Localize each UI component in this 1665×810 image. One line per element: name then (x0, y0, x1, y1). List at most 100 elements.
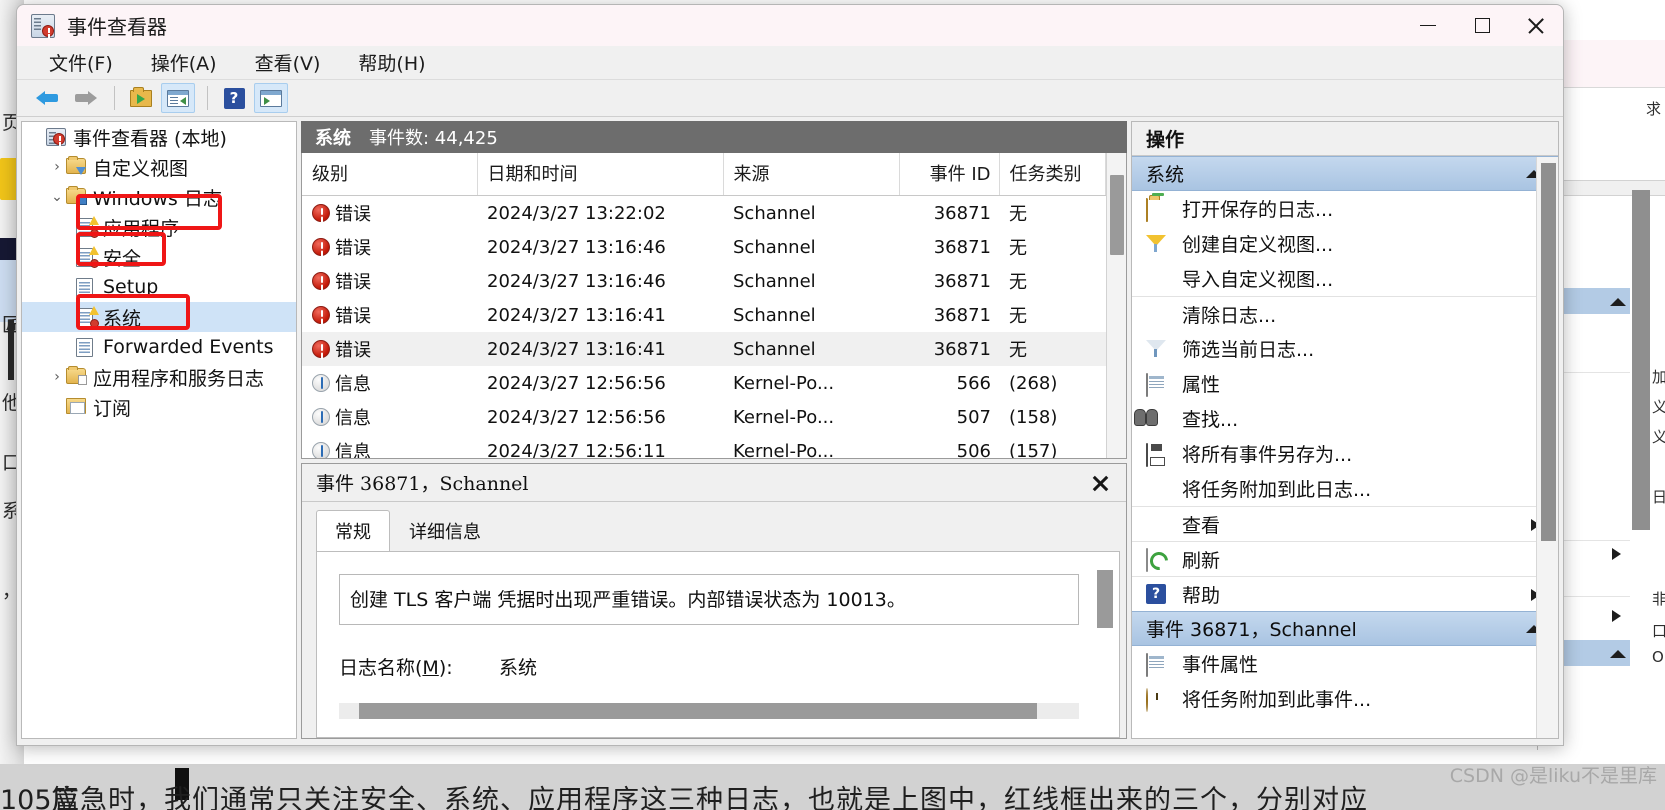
action-label: 清除日志... (1182, 304, 1277, 327)
blank-icon (1146, 514, 1170, 534)
column-header-source[interactable]: 来源 (723, 153, 900, 196)
folder-filter-icon (66, 156, 86, 176)
action-find[interactable]: 查找... (1132, 401, 1558, 436)
maximize-button[interactable] (1455, 5, 1509, 46)
background-bottom-band: 105篇 应急时，我们通常只关注安全、系统、应用程序这三种日志，也就是上图中，红… (0, 764, 1665, 810)
table-row[interactable]: 错误 2024/3/27 13:16:46 Schannel 36871 无 (302, 230, 1106, 264)
chevron-right-icon[interactable]: › (48, 369, 66, 385)
actions-group-event[interactable]: 事件 36871，Schannel (1132, 611, 1558, 646)
menu-view[interactable]: 查看(V) (241, 47, 335, 78)
table-row[interactable]: 错误 2024/3/27 13:16:46 Schannel 36871 无 (302, 264, 1106, 298)
column-header-datetime[interactable]: 日期和时间 (477, 153, 724, 196)
tree-item-windows-logs[interactable]: ⌄ Windows 日志 (22, 182, 296, 212)
help-button[interactable]: ? (217, 83, 251, 113)
log-warning-icon (76, 306, 99, 328)
show-console-tree-icon (167, 89, 189, 107)
cell-task: 无 (1009, 306, 1027, 327)
tree-item-custom-views[interactable]: › 自定义视图 (22, 152, 296, 182)
tree-item-applications-and-services-logs[interactable]: › 应用程序和服务日志 (22, 362, 296, 392)
action-label: 查找... (1182, 409, 1239, 431)
close-icon[interactable] (1090, 473, 1110, 493)
scrollbar-thumb[interactable] (1110, 175, 1124, 255)
scrollbar-thumb[interactable] (359, 703, 1037, 719)
submenu-arrow-icon (1612, 548, 1621, 560)
actions-group-title: 事件 36871，Schannel (1146, 619, 1357, 641)
action-view[interactable]: 查看 (1132, 506, 1558, 541)
detail-horizontal-scrollbar[interactable] (339, 703, 1079, 719)
event-detail-header: 事件 36871，Schannel (302, 464, 1126, 502)
table-row[interactable]: 信息 2024/3/27 12:56:56 Kernel-Po... 566 (… (302, 366, 1106, 400)
action-help[interactable]: ? 帮助 (1132, 576, 1558, 611)
tree-item-application[interactable]: 应用程序 (22, 212, 296, 242)
tree-item-label: 应用程序和服务日志 (93, 367, 265, 390)
back-button[interactable] (31, 83, 65, 113)
action-save-all-events-as[interactable]: 将所有事件另存为... (1132, 436, 1558, 471)
info-icon (312, 408, 330, 426)
action-open-saved-log[interactable]: 打开保存的日志... (1132, 191, 1558, 226)
column-header-task-category[interactable]: 任务类别 (999, 153, 1106, 196)
attach-task-icon (1146, 687, 1170, 712)
log-warning-icon (76, 246, 99, 268)
actions-group-system[interactable]: 系统 (1132, 156, 1558, 191)
cell-event-id: 36871 (933, 202, 991, 224)
forward-button[interactable] (68, 83, 102, 113)
create-custom-view-icon (1146, 234, 1170, 254)
submenu-arrow-icon (1612, 610, 1621, 622)
action-properties[interactable]: 属性 (1132, 366, 1558, 401)
cell-source: Kernel-Po... (733, 406, 835, 428)
cell-datetime: 2024/3/27 13:16:46 (487, 236, 666, 258)
action-clear-log[interactable]: 清除日志... (1132, 296, 1558, 331)
tree-item-setup[interactable]: Setup (22, 272, 296, 302)
info-icon (312, 442, 330, 458)
tab-general[interactable]: 常规 (316, 510, 390, 551)
tree-root-event-viewer[interactable]: 事件查看器 (本地) (22, 122, 296, 152)
event-list-scrollbar[interactable] (1106, 153, 1126, 458)
background-text-fragment: 义视 (1652, 396, 1665, 417)
table-row[interactable]: 错误 2024/3/27 13:16:41 Schannel 36871 无 (302, 298, 1106, 332)
properties-icon (1146, 652, 1170, 677)
action-filter-current-log[interactable]: 筛选当前日志... (1132, 331, 1558, 366)
column-header-event-id[interactable]: 事件 ID (899, 153, 1000, 196)
action-event-properties[interactable]: 事件属性 (1132, 646, 1558, 681)
action-label: 筛选当前日志... (1182, 339, 1315, 361)
open-folder-button[interactable] (124, 83, 158, 113)
cell-source: Kernel-Po... (733, 440, 835, 459)
action-refresh[interactable]: 刷新 (1132, 541, 1558, 576)
close-button[interactable] (1509, 5, 1563, 46)
chevron-right-icon[interactable]: › (48, 159, 66, 175)
action-attach-task-to-event[interactable]: 将任务附加到此事件... (1132, 681, 1558, 716)
error-icon (312, 238, 330, 256)
action-attach-task-to-log[interactable]: 将任务附加到此日志... (1132, 471, 1558, 506)
cell-datetime: 2024/3/27 12:56:11 (487, 440, 666, 459)
action-import-custom-view[interactable]: 导入自定义视图... (1132, 261, 1558, 296)
menu-file[interactable]: 文件(F) (35, 47, 127, 78)
cell-source: Schannel (733, 202, 816, 224)
actions-scrollbar[interactable] (1536, 157, 1558, 738)
cell-event-id: 36871 (933, 236, 991, 258)
tree-item-system[interactable]: 系统 (22, 302, 296, 332)
tab-details[interactable]: 详细信息 (390, 510, 500, 551)
window-title: 事件查看器 (67, 15, 167, 39)
tree-item-subscriptions[interactable]: 订阅 (22, 392, 296, 422)
menu-action[interactable]: 操作(A) (137, 47, 231, 78)
table-row[interactable]: 错误 2024/3/27 13:22:02 Schannel 36871 无 (302, 196, 1106, 231)
detail-vertical-scrollbar-thumb[interactable] (1097, 570, 1113, 628)
column-header-level[interactable]: 级别 (302, 153, 478, 196)
table-row[interactable]: 信息 2024/3/27 12:56:11 Kernel-Po... 506 (… (302, 434, 1106, 458)
tree-item-security[interactable]: 安全 (22, 242, 296, 272)
cell-level: 信息 (335, 442, 371, 458)
action-create-custom-view[interactable]: 创建自定义视图... (1132, 226, 1558, 261)
chevron-down-icon[interactable]: ⌄ (48, 189, 66, 205)
menu-help[interactable]: 帮助(H) (344, 47, 439, 78)
table-row[interactable]: 信息 2024/3/27 12:56:56 Kernel-Po... 507 (… (302, 400, 1106, 434)
table-row[interactable]: 错误 2024/3/27 13:16:41 Schannel 36871 无 (302, 332, 1106, 366)
open-saved-log-icon (1146, 197, 1170, 222)
minimize-button[interactable] (1401, 5, 1455, 46)
show-action-pane-button[interactable] (254, 83, 288, 113)
cell-event-id: 507 (956, 406, 991, 428)
scrollbar-thumb[interactable] (1541, 163, 1556, 541)
tree-item-forwarded-events[interactable]: Forwarded Events (22, 332, 296, 362)
event-viewer-window: 事件查看器 文件(F) 操作(A) 查看(V) 帮助(H) ? 事件查看器 (本… (16, 4, 1564, 746)
cell-level: 错误 (335, 306, 371, 327)
show-console-tree-button[interactable] (161, 83, 195, 113)
